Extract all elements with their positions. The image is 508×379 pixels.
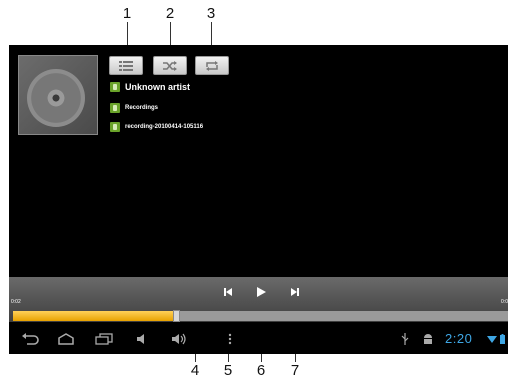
next-button[interactable] (289, 286, 301, 298)
home-icon (58, 333, 74, 345)
wifi-icon (487, 330, 497, 348)
elapsed-time: 0:02 (11, 299, 21, 305)
callout-7: 7 (290, 362, 300, 379)
home-button[interactable] (55, 330, 77, 348)
volume-up-icon (172, 333, 186, 345)
callout-4: 4 (190, 362, 200, 379)
battery-icon (499, 330, 506, 348)
back-icon (22, 333, 39, 345)
back-button[interactable] (19, 330, 41, 348)
track-name: recording-20100414-105116 (125, 124, 204, 130)
album-name: Recordings (125, 105, 159, 111)
volume-down-button[interactable] (133, 330, 151, 348)
skip-previous-icon (224, 288, 232, 296)
album-icon (110, 103, 120, 113)
system-bar: 2:20 (9, 324, 508, 354)
volume-down-icon (137, 334, 144, 344)
callout-5: 5 (223, 362, 233, 379)
android-debug-icon (421, 330, 435, 348)
seek-bar[interactable] (13, 310, 508, 322)
volume-up-button[interactable] (169, 330, 189, 348)
callout-1: 1 (122, 5, 132, 22)
usb-icon (399, 330, 411, 348)
menu-icon (228, 333, 232, 345)
skip-next-icon (291, 288, 299, 296)
repeat-button[interactable] (195, 56, 229, 75)
track-icon (110, 122, 120, 132)
play-icon (256, 287, 266, 297)
track-row: recording-20100414-105116 (110, 122, 203, 132)
artist-icon (110, 82, 120, 92)
play-button[interactable] (255, 286, 267, 298)
artist-row: Unknown artist (110, 82, 190, 92)
artist-name: Unknown artist (125, 82, 191, 92)
shuffle-icon (163, 60, 177, 71)
album-row: Recordings (110, 103, 158, 113)
total-time: 0:0 (501, 299, 508, 305)
callout-2: 2 (165, 5, 175, 22)
status-clock: 2:20 (445, 331, 473, 346)
disc-icon (27, 69, 85, 127)
seek-thumb[interactable] (173, 310, 181, 322)
previous-button[interactable] (222, 286, 234, 298)
album-art (18, 55, 98, 135)
recent-apps-button[interactable] (93, 330, 115, 348)
shuffle-button[interactable] (153, 56, 187, 75)
player-screen: Unknown artist Recordings recording-2010… (9, 45, 508, 354)
menu-button[interactable] (225, 330, 235, 348)
playlist-button[interactable] (109, 56, 143, 75)
repeat-icon (206, 60, 218, 71)
seek-progress (13, 311, 177, 321)
recent-apps-icon (95, 333, 113, 345)
list-icon (119, 60, 133, 71)
transport-controls: 0:02 0:0 (9, 277, 508, 322)
callout-3: 3 (206, 5, 216, 22)
callout-6: 6 (256, 362, 266, 379)
